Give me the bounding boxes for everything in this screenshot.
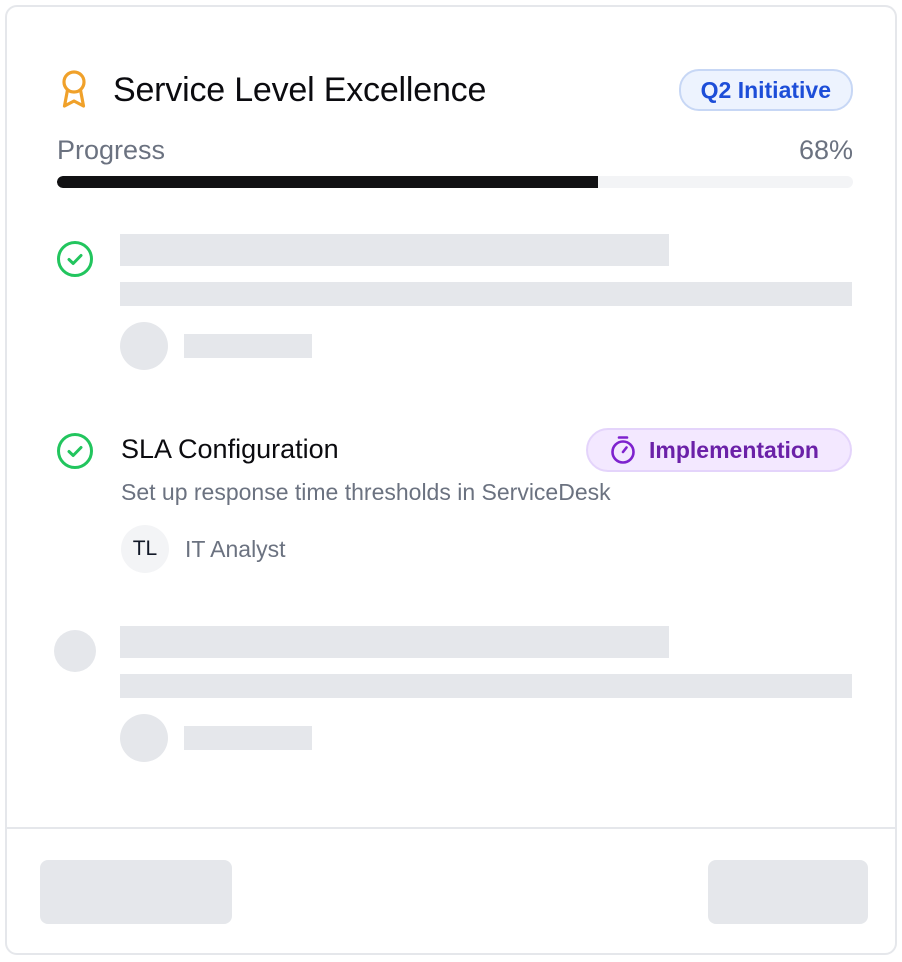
progress-bar-fill (57, 176, 599, 188)
assignee-skeleton (184, 334, 312, 358)
footer-divider (7, 827, 895, 829)
progress-header: Progress 68% (57, 133, 853, 167)
stage-label: Implementation (649, 437, 819, 463)
card-header: Service Level Excellence Q2 Initiative (57, 67, 853, 113)
check-circle-icon (57, 433, 93, 469)
progress-label: Progress (57, 135, 166, 165)
check-circle-icon (57, 241, 93, 277)
title-skeleton (120, 626, 669, 658)
stage-badge: Implementation (586, 428, 852, 472)
initiative-badge: Q2 Initiative (678, 69, 853, 111)
title-skeleton (120, 234, 669, 266)
task-title: SLA Configuration (121, 434, 339, 464)
progress-bar (57, 176, 853, 188)
avatar: TL (121, 525, 169, 573)
task-description: Set up response time thresholds in Servi… (121, 479, 611, 505)
description-skeleton (120, 674, 852, 698)
footer-button-skeleton-left (40, 860, 232, 924)
footer-button-skeleton-right (708, 860, 868, 924)
avatar-skeleton (120, 322, 168, 370)
card-title: Service Level Excellence (113, 71, 487, 109)
description-skeleton (120, 282, 852, 306)
assignee-skeleton (184, 726, 312, 750)
status-skeleton (54, 630, 96, 672)
assignee-role: IT Analyst (185, 536, 286, 562)
timer-icon (611, 436, 635, 464)
progress-value: 68% (798, 135, 853, 165)
award-icon (62, 70, 86, 108)
avatar-skeleton (120, 714, 168, 762)
initiative-card: Service Level Excellence Q2 Initiative P… (5, 5, 897, 955)
